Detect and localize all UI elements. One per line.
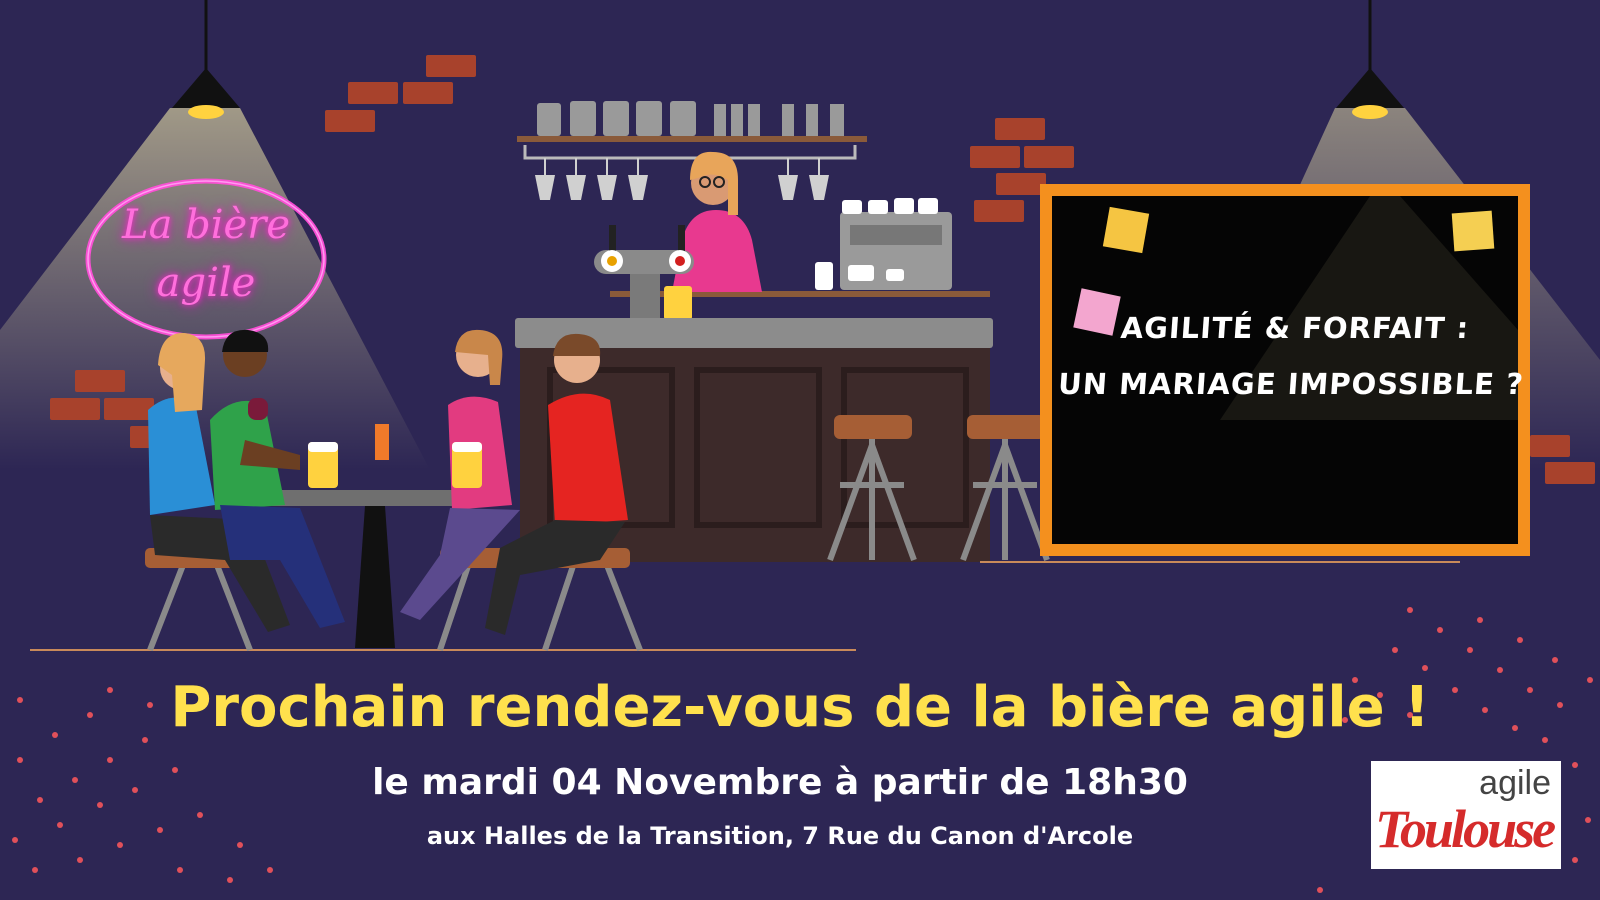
headline: Prochain rendez-vous de la bière agile ! bbox=[170, 675, 1430, 740]
neon-sign-line-2: agile bbox=[156, 260, 256, 306]
chalkboard-line-1: AGILITÉ & FORFAIT : bbox=[1119, 311, 1471, 345]
chalkboard-line-2: UN MARIAGE IMPOSSIBLE ? bbox=[1057, 367, 1526, 401]
event-address: aux Halles de la Transition, 7 Rue du Ca… bbox=[426, 822, 1134, 850]
event-date: le mardi 04 Novembre à partir de 18h30 bbox=[372, 762, 1188, 803]
coffee-machine bbox=[815, 198, 952, 290]
chalkboard-title: AGILITÉ & FORFAIT : UN MARIAGE IMPOSSIBL… bbox=[1054, 300, 1532, 412]
logo-city-text: Toulouse bbox=[1375, 799, 1556, 859]
pendant-lamp-left bbox=[172, 0, 240, 119]
agile-toulouse-logo: agile Toulouse bbox=[1371, 761, 1561, 869]
neon-sign-line-1: La bière bbox=[122, 202, 290, 248]
pendant-lamp-right bbox=[1336, 0, 1404, 119]
event-banner: La bière agile AGILITÉ & FORFAIT : UN MA… bbox=[0, 0, 1600, 900]
neon-sign: La bière agile bbox=[92, 196, 320, 312]
